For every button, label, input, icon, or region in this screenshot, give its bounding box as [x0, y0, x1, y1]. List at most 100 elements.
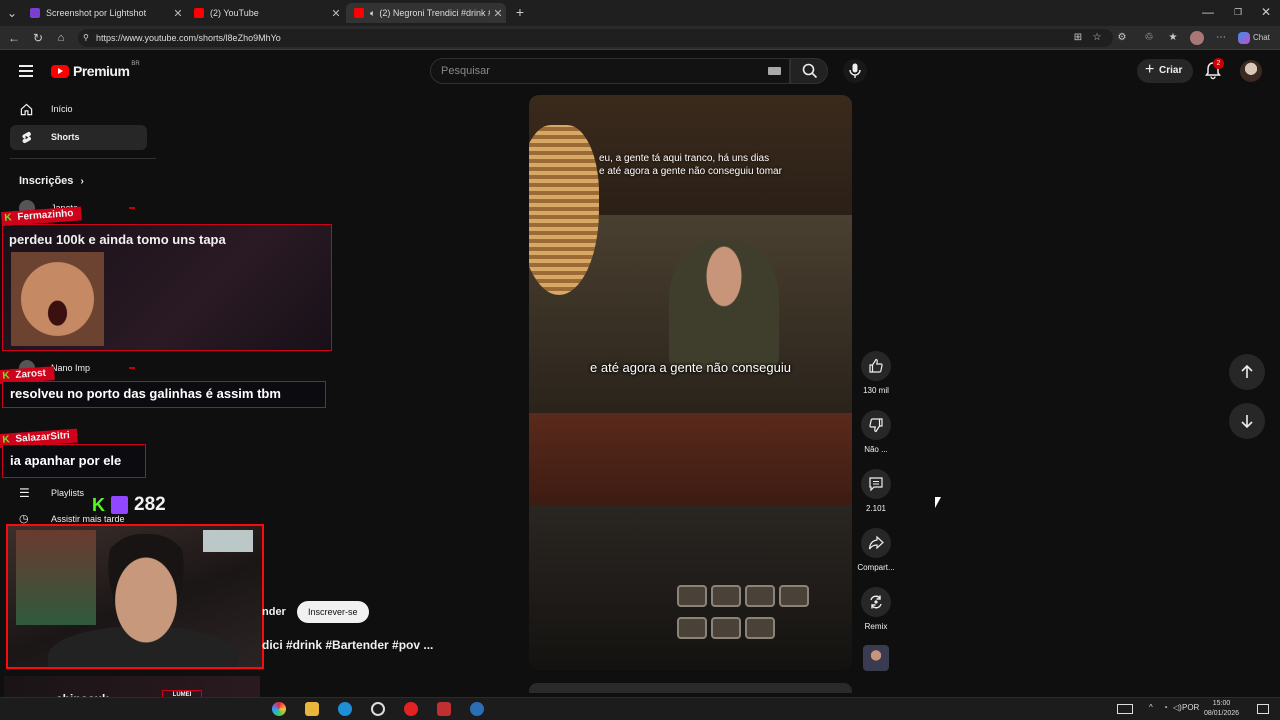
close-window-icon[interactable]: ✕ — [1258, 4, 1274, 20]
channel-thumbnail[interactable] — [863, 645, 889, 671]
speaker-icon[interactable]: 🔈︎ — [370, 8, 375, 19]
poster-image — [16, 530, 96, 625]
url-text: https://www.youtube.com/shorts/l8eZho9Mh… — [96, 33, 281, 43]
channel-name: Nano Imp — [51, 363, 91, 373]
sidebar-divider — [10, 158, 156, 159]
short-video-player[interactable]: eu, a gente tá aqui tranco, há uns dias … — [529, 95, 852, 670]
arrow-down-icon — [1241, 415, 1253, 429]
next-short-button[interactable] — [1229, 403, 1265, 439]
tab-lightshot[interactable]: Screenshot por Lightshot ✕ — [22, 3, 186, 23]
shorts-icon — [22, 131, 32, 144]
share-icon — [868, 535, 884, 550]
video-person — [669, 240, 779, 370]
previous-short-button[interactable] — [1229, 354, 1265, 390]
app-icon[interactable] — [437, 702, 451, 716]
channel-name-partial[interactable]: nder — [262, 606, 286, 618]
region-code: BR — [131, 61, 140, 67]
back-icon[interactable]: ← — [6, 30, 22, 46]
copilot-app-icon[interactable] — [272, 702, 286, 716]
file-explorer-icon[interactable] — [305, 702, 319, 716]
media-player-icon[interactable] — [404, 702, 418, 716]
obs-icon[interactable] — [371, 702, 385, 716]
app-install-icon[interactable]: ⊞ — [1071, 31, 1085, 45]
like-count: 130 mil — [863, 386, 889, 395]
thumbs-up-icon — [869, 358, 883, 373]
copilot-chat-button[interactable]: Chat — [1238, 31, 1278, 45]
sidebar-item-inicio[interactable]: Início — [10, 97, 147, 122]
remix-icon — [870, 595, 882, 609]
taskbar-clock[interactable]: 15:00 08/01/2026 — [1204, 699, 1239, 719]
remix-button[interactable]: Remix — [856, 587, 896, 631]
live-dot — [129, 367, 135, 369]
chat-label: Chat — [1253, 33, 1270, 42]
home-icon[interactable]: ⌂ — [53, 30, 69, 46]
mic-icon — [849, 63, 861, 78]
streamer-webcam — [6, 524, 264, 669]
tab-label: Screenshot por Lightshot — [46, 8, 147, 18]
extensions-icon[interactable]: ⚙ — [1115, 31, 1129, 45]
account-avatar[interactable] — [1240, 60, 1262, 82]
refresh-icon[interactable]: ↻ — [30, 30, 46, 46]
wifi-icon[interactable]: ◔ — [1163, 703, 1168, 712]
tab-negroni[interactable]: 🔈︎ (2) Negroni Trendici #drink #E ✕ — [346, 3, 506, 23]
video-bowl — [711, 617, 741, 639]
comment-icon — [869, 477, 883, 492]
browser-tab-bar: ⌄ Screenshot por Lightshot ✕ (2) YouTube… — [0, 0, 1280, 26]
video-bowl — [711, 585, 741, 607]
close-tab-icon[interactable]: ✕ — [490, 7, 506, 20]
notification-center-icon[interactable] — [1257, 704, 1269, 714]
close-tab-icon[interactable]: ✕ — [328, 7, 344, 20]
tray-chevron-up-icon[interactable]: ^ — [1149, 703, 1153, 712]
tab-label: (2) YouTube — [210, 8, 259, 18]
dislike-button[interactable]: Não ... — [856, 410, 896, 454]
sidebar-item-playlists[interactable]: ☰ Playlists — [19, 486, 84, 500]
minimize-icon[interactable]: — — [1200, 4, 1216, 20]
create-button[interactable]: Criar — [1137, 58, 1193, 83]
input-language[interactable]: POR — [1182, 703, 1199, 712]
like-button[interactable]: 130 mil — [856, 351, 896, 395]
comments-button[interactable]: 2.101 — [856, 469, 896, 513]
lightshot-favicon-icon — [30, 8, 40, 18]
video-bar-tools — [529, 505, 852, 670]
favorites-icon[interactable]: ★ — [1166, 31, 1180, 45]
subscriptions-heading[interactable]: Inscrições › — [19, 175, 84, 187]
copilot-icon — [1238, 32, 1250, 44]
viewer-count: K 282 — [92, 494, 166, 516]
new-tab-icon[interactable]: + — [512, 4, 528, 20]
tab-list-icon[interactable]: ⌄ — [4, 5, 20, 21]
favorite-star-icon[interactable]: ☆ — [1090, 31, 1104, 45]
sidebar-item-shorts[interactable]: Shorts — [10, 125, 147, 150]
close-tab-icon[interactable]: ✕ — [170, 7, 186, 20]
subscriptions-label: Inscrições — [19, 175, 74, 187]
chat-message-text: ia apanhar por ele — [2, 444, 146, 478]
chat-message-text: resolveu no porto das galinhas é assim t… — [2, 381, 326, 408]
video-title-partial[interactable]: dici #drink #Bartender #pov ... — [262, 638, 433, 652]
url-field[interactable]: ⚲ https://www.youtube.com/shorts/l8eZho9… — [78, 29, 1113, 47]
tablet-mode-icon[interactable] — [1117, 704, 1133, 714]
edge-browser-icon[interactable] — [338, 702, 352, 716]
video-caption-top: eu, a gente tá aqui tranco, há uns dias … — [599, 153, 782, 177]
hamburger-menu-icon[interactable] — [19, 65, 33, 77]
youtube-premium-logo[interactable]: Premium BR — [51, 61, 140, 79]
performance-icon[interactable]: ♲ — [1142, 31, 1156, 45]
keyboard-icon[interactable] — [768, 67, 781, 75]
maximize-icon[interactable]: ❐ — [1230, 4, 1246, 20]
tab-youtube[interactable]: (2) YouTube ✕ — [186, 3, 344, 23]
search-input[interactable]: Pesquisar — [430, 58, 790, 84]
volume-icon[interactable]: ◁) — [1173, 703, 1182, 712]
chat-message-text: perdeu 100k e ainda tomo uns tapa — [9, 232, 226, 247]
voice-search-button[interactable] — [843, 59, 867, 83]
clock-time: 15:00 — [1212, 700, 1231, 707]
youtube-logo-icon — [51, 64, 69, 78]
steam-icon[interactable] — [470, 702, 484, 716]
search-button[interactable] — [790, 58, 828, 84]
site-info-icon[interactable]: ⚲ — [83, 29, 89, 47]
arrow-up-icon — [1241, 364, 1253, 378]
more-menu-icon[interactable]: ⋯ — [1214, 31, 1228, 45]
viewer-count-number: 282 — [134, 494, 166, 515]
next-video-preview[interactable] — [529, 683, 852, 693]
share-button[interactable]: Compart... — [856, 528, 896, 572]
profile-avatar[interactable] — [1190, 31, 1204, 45]
monitor-image — [203, 530, 253, 552]
subscribe-button[interactable]: Inscrever-se — [297, 601, 369, 623]
